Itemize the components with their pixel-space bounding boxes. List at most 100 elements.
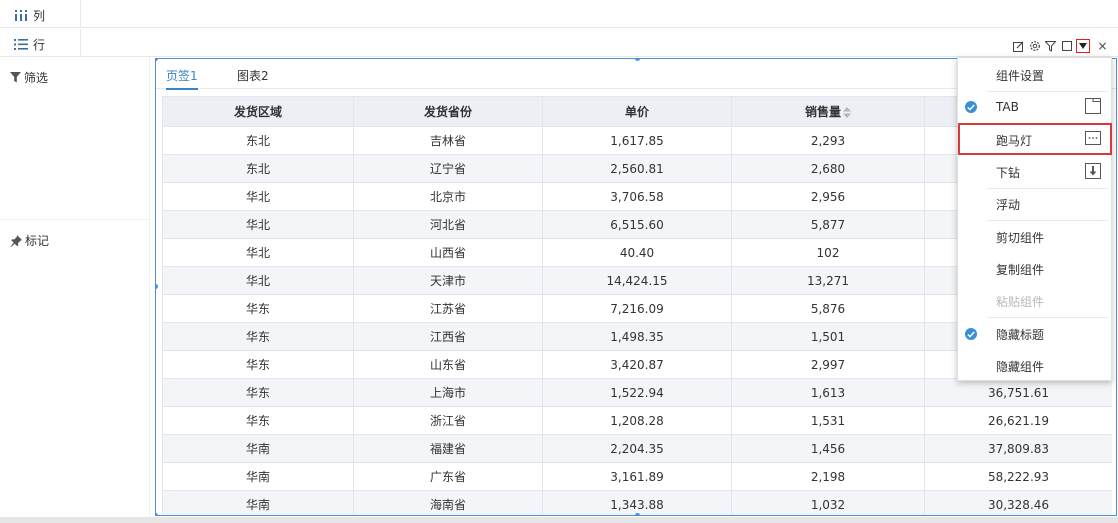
menu-item-label: 粘贴组件 xyxy=(996,294,1045,309)
tab-page1[interactable]: 页签1 xyxy=(166,67,198,84)
table-cell: 58,222.93 xyxy=(924,462,1112,491)
table-cell: 6,515.60 xyxy=(542,210,732,239)
rows-shelf-label: 行 xyxy=(14,36,45,53)
menu-item-hide-component[interactable]: 隐藏组件 xyxy=(958,350,1113,382)
rows-label-text: 行 xyxy=(33,38,46,52)
check-icon xyxy=(965,101,977,113)
menu-item-label: TAB xyxy=(996,100,1019,114)
highlight-annotation xyxy=(958,123,1112,155)
table-cell: 2,293 xyxy=(731,126,925,155)
table-cell: 辽宁省 xyxy=(353,154,543,183)
table-row[interactable]: 华东 浙江省 1,208.28 1,531 26,621.19 xyxy=(162,406,1112,435)
sort-icon[interactable] xyxy=(843,107,851,118)
header-province[interactable]: 发货省份 xyxy=(353,96,543,127)
table-cell: 5,877 xyxy=(731,210,925,239)
table-cell: 山东省 xyxy=(353,350,543,379)
menu-item-drilldown[interactable]: 下钻 xyxy=(958,156,1113,188)
header-unit-price[interactable]: 单价 xyxy=(542,96,732,127)
table-cell: 江苏省 xyxy=(353,294,543,323)
columns-label-text: 列 xyxy=(33,9,46,23)
menu-item-label: 隐藏标题 xyxy=(996,327,1045,342)
table-cell: 北京市 xyxy=(353,182,543,211)
menu-item-label: 复制组件 xyxy=(996,262,1045,277)
table-cell: 天津市 xyxy=(353,266,543,295)
table-cell: 1,531 xyxy=(731,406,925,435)
table-row[interactable]: 华南 福建省 2,204.35 1,456 37,809.83 xyxy=(162,434,1112,463)
tab-chart2[interactable]: 图表2 xyxy=(237,67,269,84)
header-region[interactable]: 发货区域 xyxy=(162,96,354,127)
table-cell: 华东 xyxy=(162,322,354,351)
mark-label: 标记 xyxy=(25,234,50,248)
table-cell: 1,617.85 xyxy=(542,126,732,155)
table-cell: 2,198 xyxy=(731,462,925,491)
filter-section[interactable]: 筛选 xyxy=(10,69,48,86)
table-row[interactable]: 华南 广东省 3,161.89 2,198 58,222.93 xyxy=(162,462,1112,491)
table-cell: 华东 xyxy=(162,406,354,435)
header-sales-volume-label: 销售量 xyxy=(804,105,841,119)
resize-handle-bottom[interactable] xyxy=(635,513,640,515)
shelf-divider xyxy=(80,29,81,57)
bottom-scroll-strip xyxy=(0,517,1118,523)
table-cell: 7,216.09 xyxy=(542,294,732,323)
table-cell: 广东省 xyxy=(353,462,543,491)
table-cell: 2,560.81 xyxy=(542,154,732,183)
columns-shelf-label: 列 xyxy=(14,7,45,24)
dropdown-icon[interactable] xyxy=(1076,39,1090,53)
columns-shelf[interactable]: 列 xyxy=(0,0,1118,28)
table-cell: 华北 xyxy=(162,238,354,267)
table-cell: 13,271 xyxy=(731,266,925,295)
drill-down-icon xyxy=(1085,163,1101,182)
filter-label: 筛选 xyxy=(24,71,49,85)
table-cell: 华东 xyxy=(162,294,354,323)
rows-icon xyxy=(14,39,28,50)
active-tab-indicator xyxy=(166,88,198,90)
gear-icon[interactable] xyxy=(1028,40,1041,53)
maximize-icon[interactable] xyxy=(1060,40,1073,53)
menu-item-component-settings[interactable]: 组件设置 xyxy=(958,59,1113,91)
table-cell: 海南省 xyxy=(353,490,543,515)
menu-item-copy[interactable]: 复制组件 xyxy=(958,253,1113,285)
resize-handle-bottom-left[interactable] xyxy=(156,513,158,515)
mark-section[interactable]: 标记 xyxy=(10,232,49,249)
table-cell: 2,956 xyxy=(731,182,925,211)
menu-item-label: 组件设置 xyxy=(996,68,1045,83)
table-cell: 5,876 xyxy=(731,294,925,323)
table-cell: 1,456 xyxy=(731,434,925,463)
resize-handle-left[interactable] xyxy=(156,284,158,289)
table-cell: 102 xyxy=(731,238,925,267)
table-cell: 华东 xyxy=(162,350,354,379)
table-cell: 1,032 xyxy=(731,490,925,515)
table-cell: 1,613 xyxy=(731,378,925,407)
table-cell: 14,424.15 xyxy=(542,266,732,295)
table-cell: 吉林省 xyxy=(353,126,543,155)
table-cell: 2,680 xyxy=(731,154,925,183)
table-cell: 华南 xyxy=(162,462,354,491)
table-row[interactable]: 华东 上海市 1,522.94 1,613 36,751.61 xyxy=(162,378,1112,407)
filter-icon[interactable] xyxy=(1044,40,1057,53)
table-cell: 30,328.46 xyxy=(924,490,1112,515)
table-cell: 华南 xyxy=(162,490,354,515)
table-cell: 3,706.58 xyxy=(542,182,732,211)
panel-divider xyxy=(0,219,150,220)
table-cell: 浙江省 xyxy=(353,406,543,435)
close-icon[interactable]: × xyxy=(1096,39,1109,53)
table-cell: 1,498.35 xyxy=(542,322,732,351)
table-cell: 2,204.35 xyxy=(542,434,732,463)
table-cell: 40.40 xyxy=(542,238,732,267)
menu-item-tab[interactable]: TAB xyxy=(958,91,1113,123)
table-cell: 2,997 xyxy=(731,350,925,379)
edit-icon[interactable] xyxy=(1012,40,1025,53)
table-cell: 东北 xyxy=(162,154,354,183)
table-cell: 福建省 xyxy=(353,434,543,463)
rows-shelf[interactable]: 行 xyxy=(0,29,1118,57)
menu-item-float[interactable]: 浮动 xyxy=(958,188,1113,220)
menu-item-cut[interactable]: 剪切组件 xyxy=(958,221,1113,253)
widget-context-menu: 组件设置 TAB 跑马灯 下钻 浮动 剪切组件 复制组件 粘贴组件 隐藏标题 隐藏组件 xyxy=(957,57,1112,381)
menu-item-label: 浮动 xyxy=(996,197,1021,212)
menu-item-hide-title[interactable]: 隐藏标题 xyxy=(958,318,1113,350)
filter-icon xyxy=(10,72,21,83)
table-cell: 江西省 xyxy=(353,322,543,351)
table-cell: 华北 xyxy=(162,210,354,239)
header-sales-volume[interactable]: 销售量 xyxy=(731,96,925,127)
menu-item-label: 剪切组件 xyxy=(996,230,1045,245)
